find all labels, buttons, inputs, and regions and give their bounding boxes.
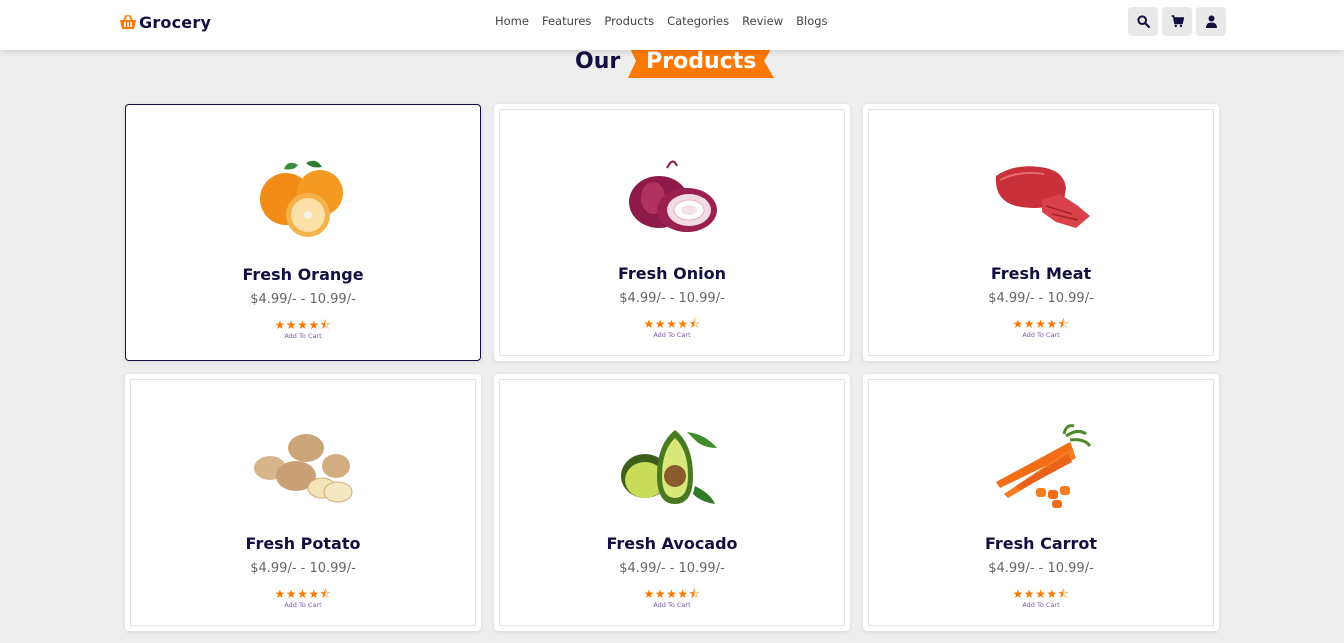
add-to-cart-link[interactable]: Add To Cart bbox=[863, 601, 1219, 609]
user-button[interactable] bbox=[1196, 7, 1226, 36]
basket-icon bbox=[120, 14, 136, 29]
nav-features[interactable]: Features bbox=[542, 14, 591, 28]
product-card[interactable]: Fresh Meat $4.99/- - 10.99/- ★★★★⯪ Add T… bbox=[863, 104, 1219, 361]
product-price: $4.99/- - 10.99/- bbox=[988, 561, 1094, 576]
product-card[interactable]: Fresh Carrot $4.99/- - 10.99/- ★★★★⯪ Add… bbox=[863, 374, 1219, 631]
heading-highlight-text: Products bbox=[646, 48, 757, 74]
header-icons bbox=[1128, 7, 1226, 36]
product-name: Fresh Meat bbox=[990, 264, 1092, 283]
main-nav: Home Features Products Categories Review… bbox=[495, 14, 841, 28]
product-price: $4.99/- - 10.99/- bbox=[250, 292, 356, 307]
orange-image bbox=[260, 160, 343, 237]
search-icon bbox=[1136, 15, 1150, 28]
add-to-cart-link[interactable]: Add To Cart bbox=[494, 331, 850, 339]
product-card[interactable]: Fresh Potato $4.99/- - 10.99/- ★★★★⯪ Add… bbox=[125, 374, 481, 631]
product-card[interactable]: Fresh Orange $4.99/- - 10.99/- ★★★★⯪ Add… bbox=[125, 104, 481, 361]
meat-image bbox=[995, 166, 1090, 228]
product-card[interactable]: Fresh Onion $4.99/- - 10.99/- ★★★★⯪ Add … bbox=[494, 104, 850, 361]
product-name: Fresh Potato bbox=[245, 534, 361, 553]
nav-blogs[interactable]: Blogs bbox=[796, 14, 827, 28]
product-price: $4.99/- - 10.99/- bbox=[619, 561, 725, 576]
product-name: Fresh Onion bbox=[618, 264, 726, 283]
add-to-cart-link[interactable]: Add To Cart bbox=[494, 601, 850, 609]
product-name: Fresh Carrot bbox=[984, 534, 1098, 553]
nav-review[interactable]: Review bbox=[742, 14, 783, 28]
heading-plain: Our bbox=[575, 48, 621, 74]
user-icon bbox=[1205, 15, 1217, 28]
product-price: $4.99/- - 10.99/- bbox=[988, 291, 1094, 306]
nav-categories[interactable]: Categories bbox=[667, 14, 729, 28]
header: Grocery Home Features Products Categorie… bbox=[0, 0, 1344, 50]
product-name: Fresh Orange bbox=[242, 265, 364, 284]
potato-image bbox=[254, 434, 353, 503]
onion-image bbox=[629, 160, 717, 232]
logo[interactable]: Grocery bbox=[119, 11, 211, 33]
search-button[interactable] bbox=[1128, 7, 1158, 36]
product-name: Fresh Avocado bbox=[606, 534, 738, 553]
nav-products[interactable]: Products bbox=[604, 14, 654, 28]
product-price: $4.99/- - 10.99/- bbox=[619, 291, 725, 306]
product-card[interactable]: Fresh Avocado $4.99/- - 10.99/- ★★★★⯪ Ad… bbox=[494, 374, 850, 631]
add-to-cart-link[interactable]: Add To Cart bbox=[126, 332, 480, 340]
carrot-image bbox=[996, 424, 1092, 508]
avocado-image bbox=[621, 430, 717, 504]
nav-home[interactable]: Home bbox=[495, 14, 529, 28]
cart-icon bbox=[1171, 15, 1184, 28]
logo-text: Grocery bbox=[139, 12, 212, 32]
cart-button[interactable] bbox=[1162, 7, 1192, 36]
product-price: $4.99/- - 10.99/- bbox=[250, 561, 356, 576]
add-to-cart-link[interactable]: Add To Cart bbox=[863, 331, 1219, 339]
add-to-cart-link[interactable]: Add To Cart bbox=[125, 601, 481, 609]
